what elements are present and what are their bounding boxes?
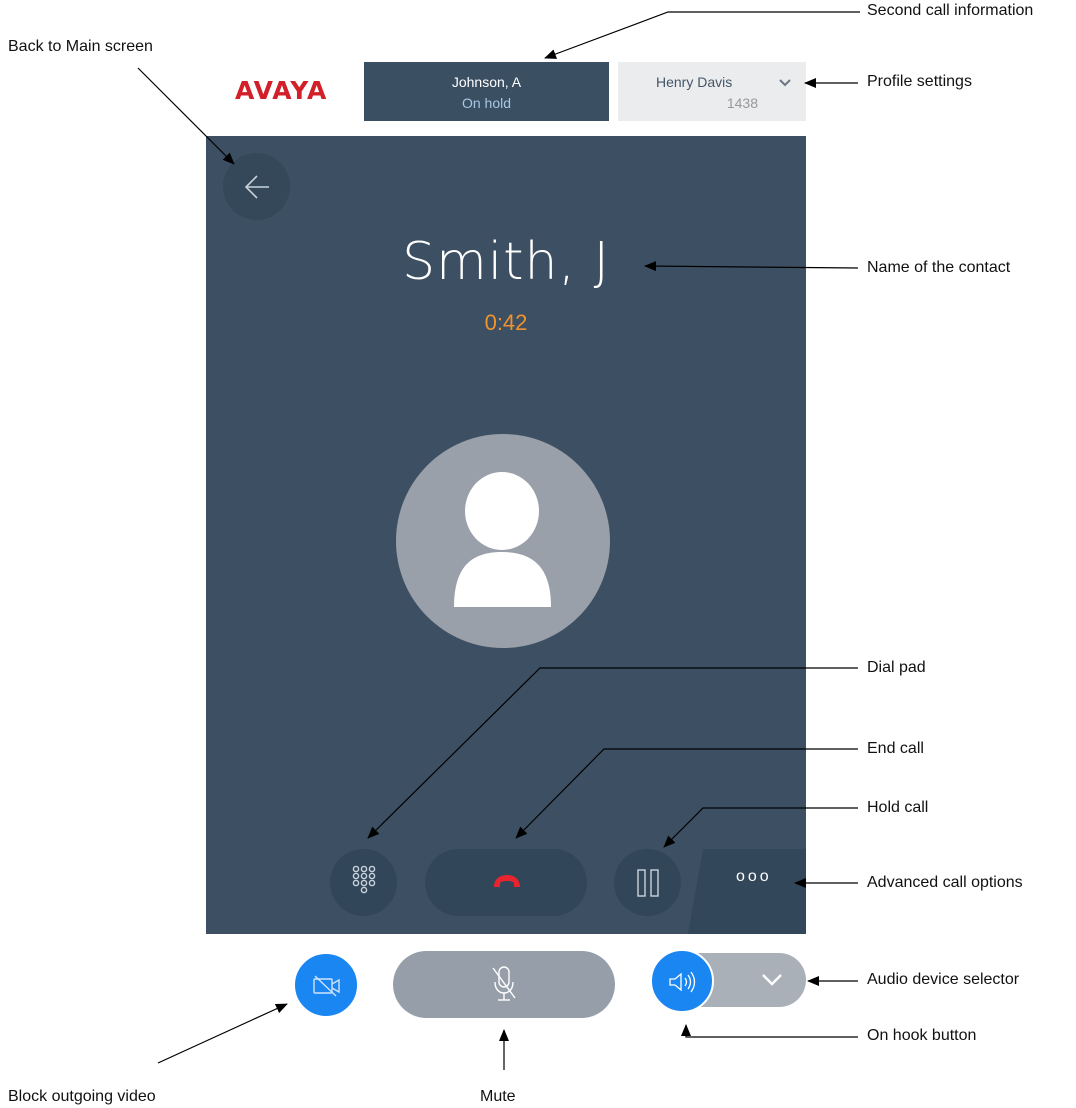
annotation-arrows [137,11,860,1070]
